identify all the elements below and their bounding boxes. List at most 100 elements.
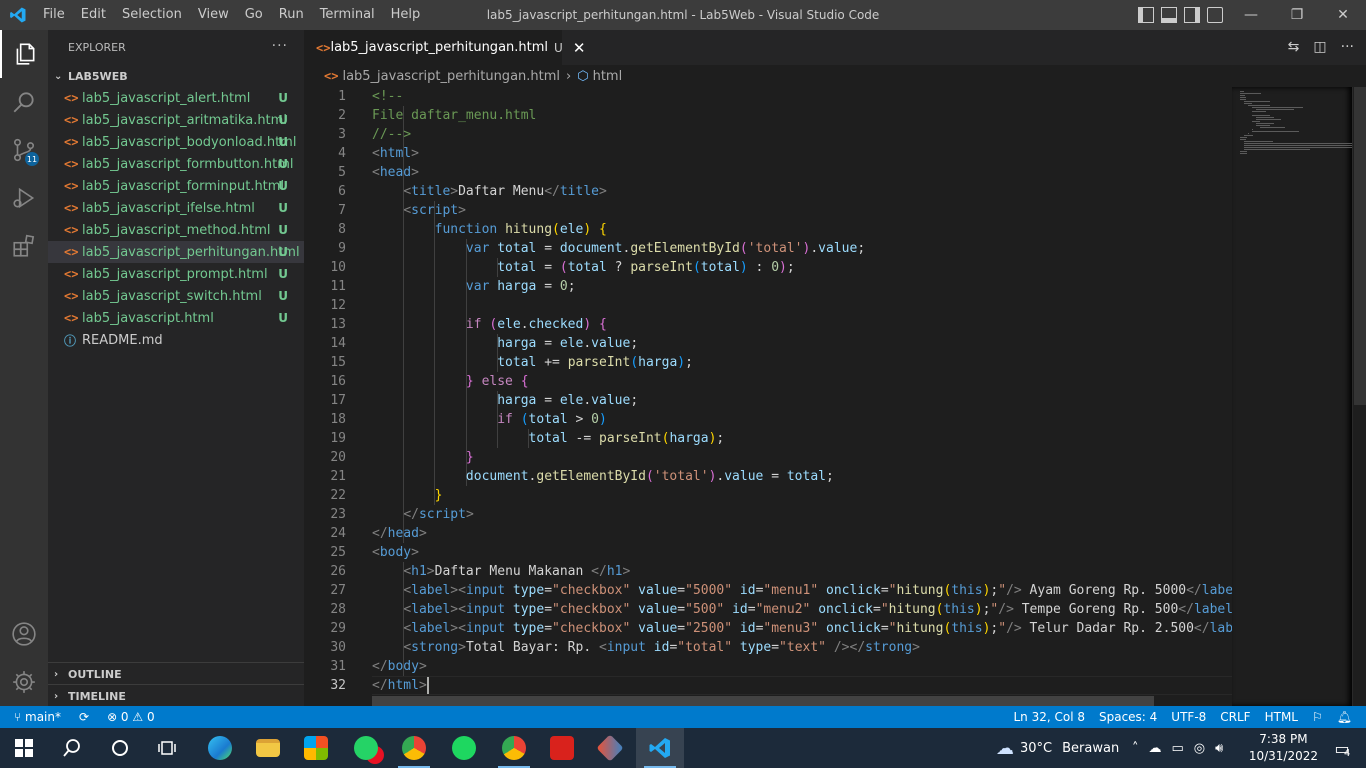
code-line[interactable]: document.getElementById('total').value =… xyxy=(372,467,834,486)
code-line[interactable]: <title>Daftar Menu</title> xyxy=(372,182,607,201)
notification-center-icon[interactable]: ▭ 4 xyxy=(1318,728,1366,768)
file-item[interactable]: <> lab5_javascript_switch.html U xyxy=(48,285,304,307)
file-item[interactable]: <> lab5_javascript_forminput.html U xyxy=(48,175,304,197)
edge-browser-icon[interactable] xyxy=(196,728,244,768)
volume-icon[interactable]: 🔊︎ xyxy=(1215,741,1223,756)
code-line[interactable]: total = (total ? parseInt(total) : 0); xyxy=(372,258,794,277)
file-item[interactable]: <> lab5_javascript_prompt.html U xyxy=(48,263,304,285)
menu-terminal[interactable]: Terminal xyxy=(312,0,383,30)
split-editor-icon[interactable]: ◫ xyxy=(1313,39,1326,55)
file-item[interactable]: <> lab5_javascript_method.html U xyxy=(48,219,304,241)
vscode-taskbar-icon[interactable] xyxy=(636,728,684,768)
code-line[interactable]: } xyxy=(372,448,474,467)
globe-network-icon[interactable]: ◎ xyxy=(1194,741,1205,756)
task-view-icon[interactable] xyxy=(144,728,192,768)
run-debug-icon[interactable] xyxy=(0,174,48,222)
code-line[interactable]: harga = ele.value; xyxy=(372,334,638,353)
tab-perhitungan[interactable]: <> lab5_javascript_perhitungan.html U ✕ xyxy=(304,30,585,65)
sync-icon[interactable]: ⟳ xyxy=(79,710,89,724)
code-line[interactable]: <body> xyxy=(372,543,419,562)
file-item[interactable]: <> lab5_javascript_formbutton.html U xyxy=(48,153,304,175)
more-actions-icon[interactable]: ··· xyxy=(272,38,288,54)
language-mode[interactable]: HTML xyxy=(1265,710,1298,724)
chrome-profile-icon[interactable] xyxy=(490,728,538,768)
indentation[interactable]: Spaces: 4 xyxy=(1099,710,1157,724)
customize-layout-icon[interactable] xyxy=(1207,7,1223,23)
file-item[interactable]: ⓘ README.md xyxy=(48,329,304,351)
code-line[interactable]: <html> xyxy=(372,144,419,163)
timeline-section[interactable]: › TIMELINE xyxy=(48,684,304,707)
code-editor[interactable]: 1 2 3 4 5 6 7 8 9 10 11 12 13 14 15 16 17 18 19 20 21 22 23 24 2… xyxy=(304,87,1232,706)
more-actions-icon[interactable]: ··· xyxy=(1341,39,1354,55)
menu-run[interactable]: Run xyxy=(271,0,312,30)
outline-section[interactable]: › OUTLINE xyxy=(48,662,304,685)
toggle-secondary-sidebar-icon[interactable] xyxy=(1184,7,1200,23)
code-line[interactable]: total += parseInt(harga); xyxy=(372,353,693,372)
code-line[interactable]: <h1>Daftar Menu Makanan </h1> xyxy=(372,562,630,581)
code-line[interactable]: total -= parseInt(harga); xyxy=(372,429,725,448)
code-line[interactable]: if (total > 0) xyxy=(372,410,607,429)
weather-widget[interactable]: ☁ 30°C Berawan xyxy=(996,728,1119,768)
explorer-icon[interactable] xyxy=(0,30,48,78)
horizontal-scrollbar[interactable] xyxy=(372,696,1154,706)
minimap[interactable] xyxy=(1232,87,1352,706)
code-line[interactable]: <label><input type="checkbox" value="250… xyxy=(372,619,1232,638)
file-item[interactable]: <> lab5_javascript_aritmatika.html U xyxy=(48,109,304,131)
scrollbar-thumb[interactable] xyxy=(1354,87,1366,405)
toggle-panel-icon[interactable] xyxy=(1161,7,1177,23)
code-line[interactable]: var total = document.getElementById('tot… xyxy=(372,239,865,258)
menu-go[interactable]: Go xyxy=(237,0,271,30)
code-line[interactable]: <!-- xyxy=(372,87,403,106)
git-gui-icon[interactable] xyxy=(586,728,634,768)
notifications-bell-icon[interactable]: 🔔︎ xyxy=(1337,710,1352,724)
source-control-icon[interactable]: 11 xyxy=(0,126,48,174)
file-item[interactable]: <> lab5_javascript_alert.html U xyxy=(48,87,304,109)
code-line[interactable]: function hitung(ele) { xyxy=(372,220,607,239)
account-icon[interactable] xyxy=(0,610,48,658)
microsoft-store-icon[interactable] xyxy=(292,728,340,768)
code-line[interactable]: harga = ele.value; xyxy=(372,391,638,410)
code-line[interactable]: <strong>Total Bayar: Rp. <input id="tota… xyxy=(372,638,920,657)
cursor-position[interactable]: Ln 32, Col 8 xyxy=(1013,710,1085,724)
extensions-icon[interactable] xyxy=(0,222,48,270)
open-changes-icon[interactable]: ⇆ xyxy=(1288,39,1300,55)
menu-edit[interactable]: Edit xyxy=(73,0,114,30)
code-line[interactable]: File daftar_menu.html xyxy=(372,106,536,125)
code-line[interactable]: //--> xyxy=(372,125,411,144)
code-line[interactable]: <head> xyxy=(372,163,419,182)
battery-icon[interactable]: ▭ xyxy=(1172,741,1184,756)
close-tab-icon[interactable]: ✕ xyxy=(573,39,586,57)
clock[interactable]: 7:38 PM 10/31/2022 xyxy=(1249,731,1318,765)
close-icon[interactable]: ✕ xyxy=(1320,0,1366,30)
settings-gear-icon[interactable] xyxy=(0,658,48,706)
windows-start-icon[interactable] xyxy=(0,728,48,768)
spotify-icon[interactable] xyxy=(440,728,488,768)
menu-help[interactable]: Help xyxy=(383,0,429,30)
code-line[interactable]: </body> xyxy=(372,657,427,676)
encoding[interactable]: UTF-8 xyxy=(1171,710,1206,724)
chrome-icon[interactable] xyxy=(390,728,438,768)
code-line[interactable]: <label><input type="checkbox" value="500… xyxy=(372,600,1232,619)
code-line[interactable]: <script> xyxy=(372,201,466,220)
show-hidden-icons-icon[interactable]: ˄ xyxy=(1132,741,1139,756)
code-line[interactable]: var harga = 0; xyxy=(372,277,576,296)
menu-selection[interactable]: Selection xyxy=(114,0,190,30)
minimize-icon[interactable]: — xyxy=(1228,0,1274,30)
restore-icon[interactable]: ❐ xyxy=(1274,0,1320,30)
file-item[interactable]: <> lab5_javascript_perhitungan.html U xyxy=(48,241,304,263)
vertical-scrollbar[interactable] xyxy=(1352,87,1366,706)
code-line[interactable]: } xyxy=(372,486,443,505)
taskbar-search-icon[interactable] xyxy=(48,728,96,768)
file-item[interactable]: <> lab5_javascript_bodyonload.html U xyxy=(48,131,304,153)
code-line[interactable]: </script> xyxy=(372,505,473,524)
code-line[interactable]: <label><input type="checkbox" value="500… xyxy=(372,581,1232,600)
code-line[interactable]: if (ele.checked) { xyxy=(372,315,607,334)
network-settings-icon[interactable]: ☁ xyxy=(1149,741,1162,756)
file-item[interactable]: <> lab5_javascript_ifelse.html U xyxy=(48,197,304,219)
folder-header[interactable]: ⌄ LAB5WEB xyxy=(48,65,304,87)
acrobat-reader-icon[interactable] xyxy=(538,728,586,768)
code-line[interactable]: </head> xyxy=(372,524,427,543)
toggle-sidebar-icon[interactable] xyxy=(1138,7,1154,23)
code-line[interactable]: } else { xyxy=(372,372,529,391)
search-icon[interactable] xyxy=(0,78,48,126)
